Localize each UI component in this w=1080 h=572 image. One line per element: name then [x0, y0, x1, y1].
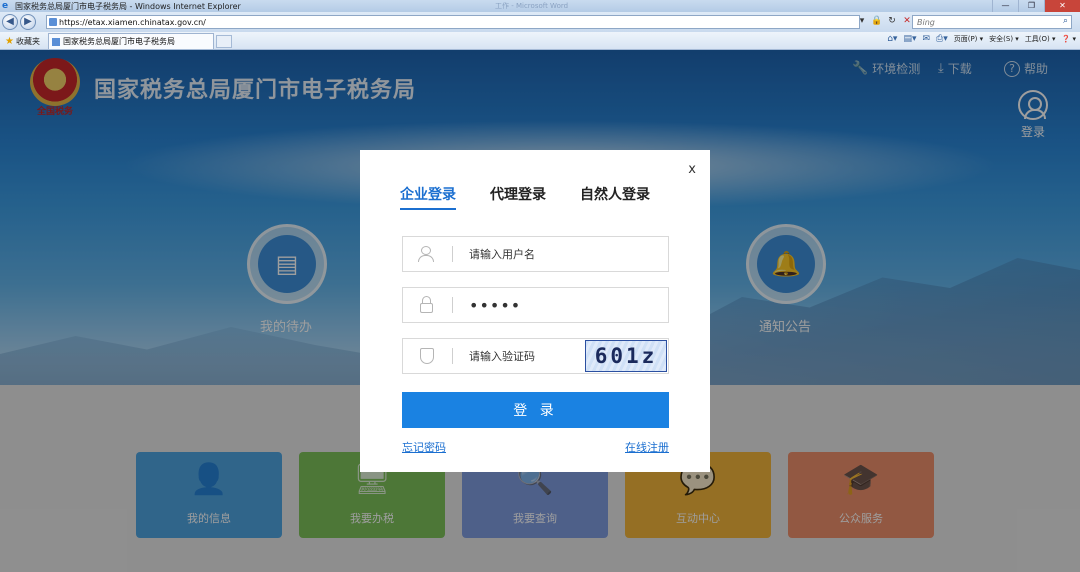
- safety-menu[interactable]: 安全(S) ▾: [989, 34, 1019, 44]
- username-field: [402, 236, 669, 272]
- favorites-label: 收藏夹: [15, 36, 40, 46]
- shield-icon: [403, 339, 453, 373]
- minimize-icon[interactable]: —: [992, 0, 1018, 12]
- tools-menu[interactable]: 工具(O) ▾: [1025, 34, 1056, 44]
- tab-agent-login[interactable]: 代理登录: [490, 184, 546, 210]
- search-icon[interactable]: ⌕: [1063, 16, 1068, 26]
- browser-tab[interactable]: 国家税务总局厦门市电子税务局: [48, 33, 214, 49]
- maximize-icon[interactable]: ❐: [1018, 0, 1044, 12]
- login-modal: x 企业登录 代理登录 自然人登录 601z 登 录 忘记密码 在线注册: [360, 150, 710, 472]
- search-input[interactable]: Bing ⌕: [912, 15, 1072, 29]
- background-window-title: 工作 - Microsoft Word: [495, 2, 569, 10]
- url-tools: ▾ 🔒 ↻ ✕: [856, 15, 913, 28]
- password-field: [402, 287, 669, 323]
- refresh-icon[interactable]: ↻: [886, 15, 898, 28]
- username-input[interactable]: [469, 237, 659, 271]
- feeds-icon[interactable]: ▤▾: [903, 34, 916, 44]
- url-input[interactable]: https://etax.xiamen.chinatax.gov.cn/: [46, 15, 860, 29]
- forgot-password-link[interactable]: 忘记密码: [402, 439, 446, 455]
- back-button[interactable]: ◀: [2, 14, 18, 30]
- favorites-button[interactable]: ★ 收藏夹: [2, 34, 43, 48]
- window-titlebar: e 国家税务总局厦门市电子税务局 - Windows Internet Expl…: [0, 0, 1080, 12]
- captcha-input[interactable]: [469, 339, 579, 373]
- favorites-bar: ★ 收藏夹 国家税务总局厦门市电子税务局 ⌂▾ ▤▾ ✉ ⎙▾ 页面(P) ▾ …: [0, 32, 1080, 50]
- dropdown-arrow-icon[interactable]: ▾: [856, 15, 868, 28]
- command-bar: ⌂▾ ▤▾ ✉ ⎙▾ 页面(P) ▾ 安全(S) ▾ 工具(O) ▾ ❓ ▾: [887, 34, 1076, 44]
- lock-icon: [403, 288, 453, 322]
- window-close-icon[interactable]: ✕: [1044, 0, 1080, 12]
- login-button[interactable]: 登 录: [402, 392, 669, 428]
- address-bar: ◀ ▶ https://etax.xiamen.chinatax.gov.cn/…: [0, 12, 1080, 32]
- url-text: https://etax.xiamen.chinatax.gov.cn/: [59, 17, 206, 27]
- window-title: 国家税务总局厦门市电子税务局 - Windows Internet Explor…: [15, 1, 241, 11]
- ie-logo-icon: e: [2, 1, 9, 11]
- new-tab-button[interactable]: [216, 35, 232, 48]
- tab-enterprise-login[interactable]: 企业登录: [400, 184, 456, 210]
- tab-title: 国家税务总局厦门市电子税务局: [63, 37, 175, 46]
- tab-favicon-icon: [52, 37, 60, 46]
- mail-icon[interactable]: ✉: [922, 34, 930, 44]
- home-icon[interactable]: ⌂▾: [887, 34, 897, 44]
- register-link[interactable]: 在线注册: [625, 439, 669, 455]
- site-favicon-icon: [49, 18, 57, 26]
- lock-icon[interactable]: 🔒: [871, 15, 883, 28]
- close-icon[interactable]: x: [688, 162, 696, 177]
- window-controls: — ❐ ✕: [992, 0, 1080, 12]
- page-menu[interactable]: 页面(P) ▾: [954, 34, 983, 44]
- print-icon[interactable]: ⎙▾: [936, 34, 948, 44]
- search-placeholder: Bing: [917, 17, 935, 27]
- star-icon: ★: [5, 35, 14, 47]
- forward-button[interactable]: ▶: [20, 14, 36, 30]
- captcha-image[interactable]: 601z: [585, 340, 667, 372]
- password-input[interactable]: [469, 288, 659, 322]
- captcha-field: 601z: [402, 338, 669, 374]
- login-tabs: 企业登录 代理登录 自然人登录: [400, 184, 684, 210]
- tab-natural-person-login[interactable]: 自然人登录: [580, 184, 650, 210]
- help-menu[interactable]: ❓ ▾: [1062, 35, 1076, 43]
- user-icon: [403, 237, 453, 271]
